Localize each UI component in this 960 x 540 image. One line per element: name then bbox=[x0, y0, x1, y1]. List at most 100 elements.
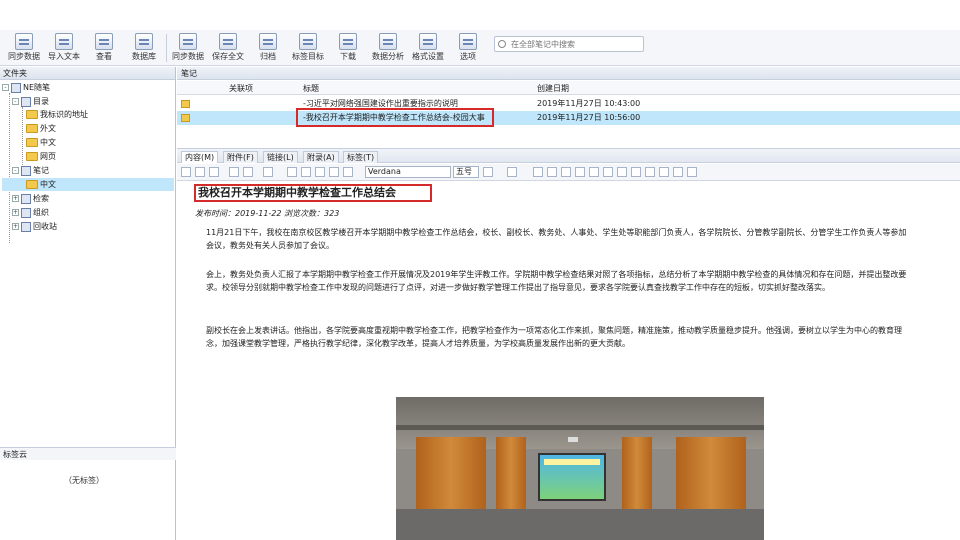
folder-icon bbox=[26, 152, 38, 161]
folder-icon bbox=[26, 110, 38, 119]
tab-tags[interactable]: 标签(T) bbox=[343, 151, 379, 163]
copy-icon[interactable] bbox=[195, 167, 205, 177]
tree-item-foreign[interactable]: 外文 bbox=[26, 122, 172, 135]
organize-icon bbox=[21, 207, 31, 218]
notebook-icon bbox=[11, 82, 21, 93]
indent-icon[interactable] bbox=[687, 167, 697, 177]
paragraph-1: 11月21日下午，我校在南京校区教学楼召开本学期期中教学检查工作总结会，校长、副… bbox=[206, 228, 907, 250]
tree-item-search[interactable]: + 检索 bbox=[12, 192, 172, 205]
insert-link-icon[interactable] bbox=[315, 167, 325, 177]
align-center-icon[interactable] bbox=[617, 167, 627, 177]
options-icon bbox=[459, 33, 477, 50]
database-icon bbox=[135, 33, 153, 50]
tab-link[interactable]: 链接(L) bbox=[263, 151, 298, 163]
editor-tabs: 内容(M) 附件(F) 链接(L) 附录(A) 标签(T) bbox=[177, 149, 960, 163]
highlight-box bbox=[296, 108, 494, 127]
note-date: 2019年11月27日 10:56:00 bbox=[537, 113, 641, 122]
note-editor: 内容(M) 附件(F) 链接(L) 附录(A) 标签(T) Verdana 五号 bbox=[177, 148, 960, 540]
header-date[interactable]: 创建日期 bbox=[537, 83, 569, 94]
align-left-icon[interactable] bbox=[603, 167, 613, 177]
insert-table-icon[interactable] bbox=[301, 167, 311, 177]
sync-data-button[interactable]: 同步数据 bbox=[168, 32, 208, 64]
folder-icon bbox=[26, 180, 38, 189]
tree-item-bookmarks[interactable]: 我标识的地址 bbox=[26, 108, 172, 121]
bold-icon[interactable] bbox=[533, 167, 543, 177]
format-settings-button[interactable]: 格式设置 bbox=[408, 32, 448, 64]
tree-item-notes-chinese[interactable]: 中文 bbox=[2, 178, 174, 191]
download-button[interactable]: 下载 bbox=[328, 32, 368, 64]
bullet-list-icon[interactable] bbox=[659, 167, 669, 177]
sync-icon bbox=[15, 33, 33, 50]
tree-item-chinese[interactable]: 中文 bbox=[26, 136, 172, 149]
strikethrough-icon[interactable] bbox=[575, 167, 585, 177]
save-icon[interactable] bbox=[329, 167, 339, 177]
justify-icon[interactable] bbox=[645, 167, 655, 177]
redo-icon[interactable] bbox=[243, 167, 253, 177]
tag-icon bbox=[299, 33, 317, 50]
search-box[interactable] bbox=[494, 36, 644, 52]
toolbar-separator bbox=[166, 34, 167, 62]
tree-item-recycle[interactable]: + 回收站 bbox=[12, 220, 172, 233]
sync-button[interactable]: 同步数据 bbox=[4, 32, 44, 64]
recycle-bin-icon bbox=[21, 221, 31, 232]
main-toolbar: 同步数据 导入文本 查看 数据库 同步数据 保存全文 归档 标签目标 下载 数据… bbox=[0, 30, 960, 66]
font-family-select[interactable]: Verdana bbox=[365, 166, 451, 178]
save-full-button[interactable]: 保存全文 bbox=[208, 32, 248, 64]
folder-icon bbox=[26, 138, 38, 147]
note-row-selected[interactable]: -我校召开本学期期中教学检查工作总结会-校园大事 2019年11月27日 10:… bbox=[177, 111, 960, 125]
folder-panel-title: 文件夹 bbox=[0, 67, 175, 80]
save-icon bbox=[219, 33, 237, 50]
align-right-icon[interactable] bbox=[631, 167, 641, 177]
import-button[interactable]: 导入文本 bbox=[44, 32, 84, 64]
header-attachment[interactable]: 关联项 bbox=[229, 83, 253, 94]
folder-icon bbox=[26, 124, 38, 133]
search-folder-icon bbox=[21, 193, 31, 204]
search-input[interactable] bbox=[511, 38, 639, 50]
paragraph-3: 副校长在会上发表讲话。他指出，各学院要高度重视期中教学检查工作，把教学检查作为一… bbox=[206, 326, 902, 348]
font-color-icon[interactable] bbox=[483, 167, 493, 177]
data-analysis-button[interactable]: 数据分析 bbox=[368, 32, 408, 64]
superscript-icon[interactable] bbox=[589, 167, 599, 177]
underline-icon[interactable] bbox=[561, 167, 571, 177]
find-icon[interactable] bbox=[263, 167, 273, 177]
paste-icon[interactable] bbox=[209, 167, 219, 177]
folder-panel: 文件夹 - NE随笔 - 目录 我标识的地址 外文 中文 网页 - 笔记 中文 + 检索… bbox=[0, 67, 176, 540]
format-toolbar: Verdana 五号 bbox=[177, 164, 960, 181]
tree-item-catalog[interactable]: - 目录 bbox=[12, 95, 172, 108]
number-list-icon[interactable] bbox=[673, 167, 683, 177]
meeting-photo bbox=[396, 397, 764, 540]
search-icon bbox=[498, 40, 506, 48]
tree-item-notes[interactable]: - 笔记 bbox=[12, 164, 172, 177]
italic-icon[interactable] bbox=[547, 167, 557, 177]
tree-item-webpage[interactable]: 网页 bbox=[26, 150, 172, 163]
font-size-select[interactable]: 五号 bbox=[453, 166, 479, 178]
archive-button[interactable]: 归档 bbox=[248, 32, 288, 64]
highlight-color-icon[interactable] bbox=[507, 167, 517, 177]
print-icon[interactable] bbox=[343, 167, 353, 177]
tree-root[interactable]: - NE随笔 bbox=[2, 81, 174, 94]
tab-attachment[interactable]: 附件(F) bbox=[223, 151, 258, 163]
document-body[interactable]: 我校召开本学期期中教学检查工作总结会 发布时间：2019-11-22 浏览次数：… bbox=[177, 182, 960, 540]
tree-item-organize[interactable]: + 组织 bbox=[12, 206, 172, 219]
folder-icon bbox=[181, 114, 190, 122]
header-title[interactable]: 标题 bbox=[303, 83, 319, 94]
projector bbox=[568, 437, 578, 442]
note-list-tab[interactable]: 笔记 bbox=[177, 67, 960, 80]
sync-data-icon bbox=[179, 33, 197, 50]
insert-image-icon[interactable] bbox=[287, 167, 297, 177]
archive-icon bbox=[259, 33, 277, 50]
note-date: 2019年11月27日 10:43:00 bbox=[537, 99, 641, 108]
cut-icon[interactable] bbox=[181, 167, 191, 177]
options-button[interactable]: 选项 bbox=[448, 32, 488, 64]
tree-line bbox=[22, 107, 23, 167]
database-button[interactable]: 数据库 bbox=[124, 32, 164, 64]
download-icon bbox=[339, 33, 357, 50]
tab-appendix[interactable]: 附录(A) bbox=[303, 151, 339, 163]
undo-icon[interactable] bbox=[229, 167, 239, 177]
tab-content[interactable]: 内容(M) bbox=[181, 151, 219, 163]
note-row[interactable]: -习近平对网络强国建设作出重要指示的说明 2019年11月27日 10:43:0… bbox=[177, 97, 960, 111]
paragraph-2: 会上，教务处负责人汇报了本学期期中教学检查工作开展情况及2019年学生评教工作。… bbox=[206, 270, 907, 292]
tag-target-button[interactable]: 标签目标 bbox=[288, 32, 328, 64]
chart-icon bbox=[379, 33, 397, 50]
view-button[interactable]: 查看 bbox=[84, 32, 124, 64]
